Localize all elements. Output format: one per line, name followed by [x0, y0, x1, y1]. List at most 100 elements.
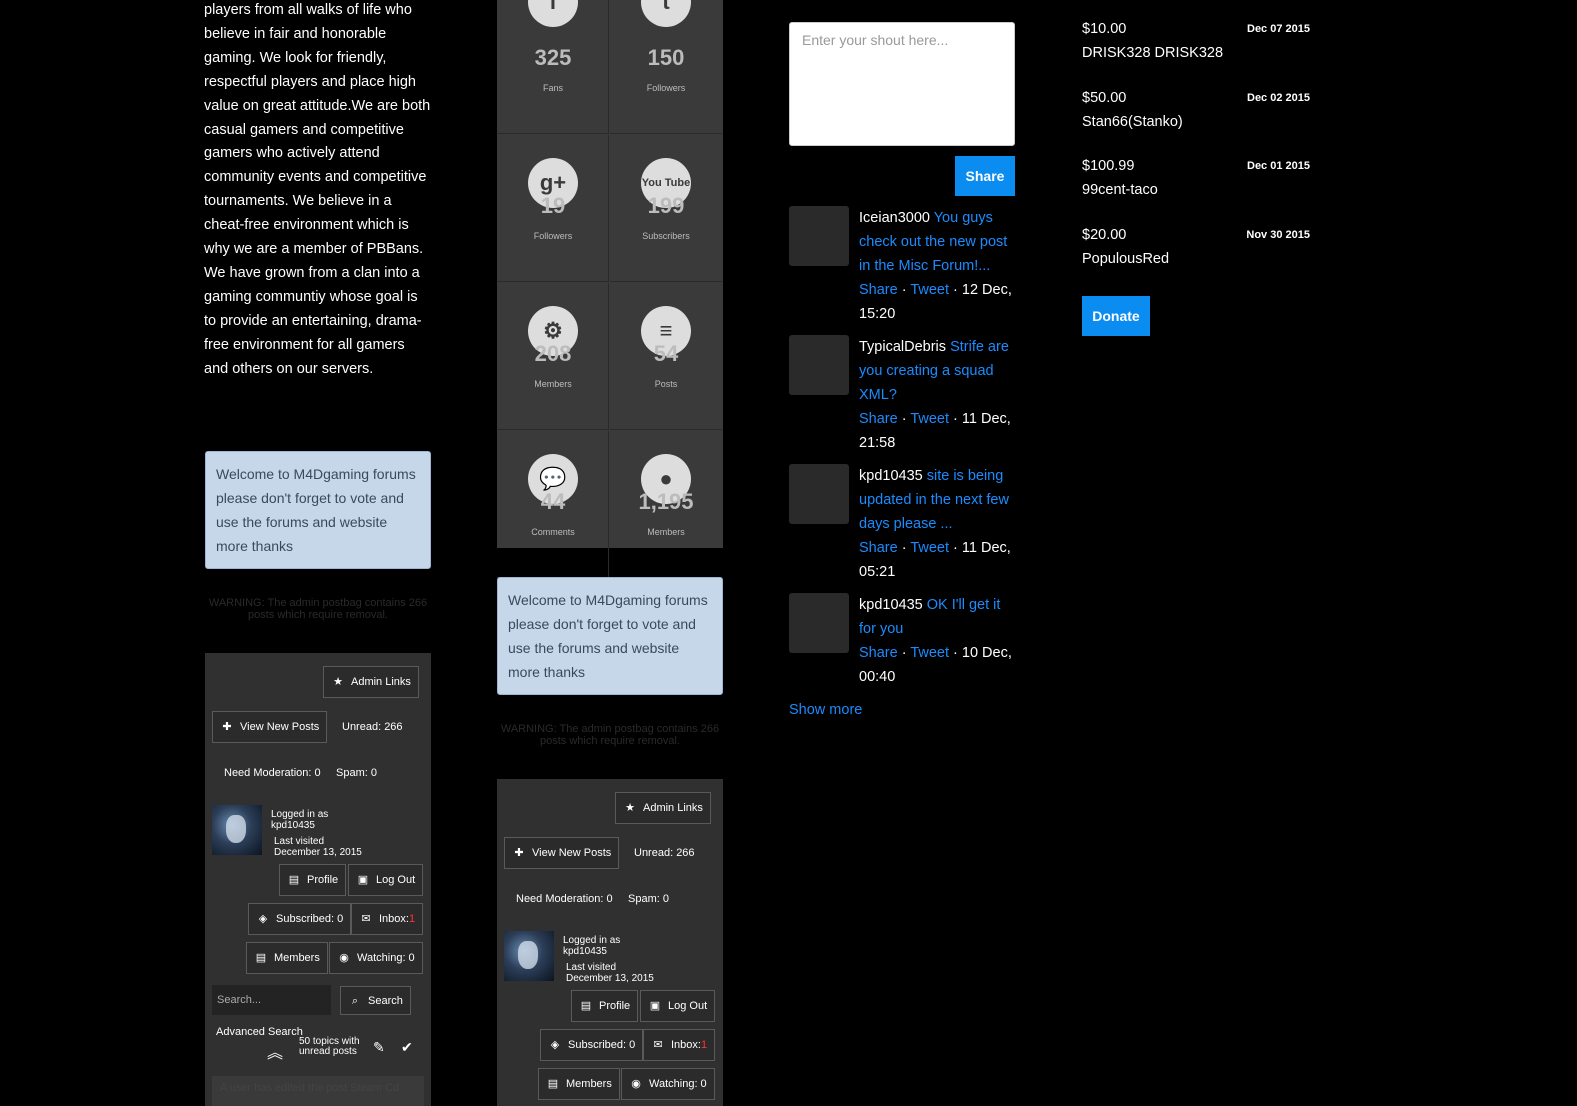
donation-donor[interactable]: 99cent-taco: [1082, 182, 1158, 198]
admin-links-button[interactable]: ★ Admin Links: [615, 792, 711, 824]
username[interactable]: kpd10435: [271, 820, 315, 831]
admin-warning-2: WARNING: The admin postbag contains 266 …: [500, 723, 720, 747]
shout-user[interactable]: TypicalDebris: [859, 339, 950, 355]
facebook-icon: f: [528, 0, 578, 27]
social-stats: f 325 Fans t 150 Followers g+ 19 Followers You Tu…: [497, 0, 723, 578]
stat-value: 325: [534, 45, 572, 70]
need-moderation[interactable]: Need Moderation: 0: [224, 767, 321, 779]
show-more-link[interactable]: Show more: [789, 702, 862, 718]
donation-amount: $10.00: [1082, 21, 1127, 37]
members-icon: ▤: [255, 952, 267, 964]
share-shout-button[interactable]: Share: [955, 156, 1015, 196]
shout-tweet-link[interactable]: Tweet: [910, 540, 949, 556]
shout-tweet-link[interactable]: Tweet: [910, 645, 949, 661]
last-visited: Last visited December 13, 2015: [566, 962, 654, 984]
stat-youtube[interactable]: You Tube 199 Subscribers: [610, 135, 722, 282]
log-out-button[interactable]: ▣ Log Out: [640, 990, 716, 1022]
welcome-notice: Welcome to M4Dgaming forums please don't…: [205, 451, 431, 569]
unread-count[interactable]: Unread: 266: [342, 721, 403, 733]
donate-button[interactable]: Donate: [1082, 296, 1150, 336]
subscribed-button[interactable]: ◈ Subscribed: 0: [540, 1029, 644, 1061]
stat-value: 208: [534, 341, 572, 366]
avatar[interactable]: [212, 805, 262, 855]
shout-avatar[interactable]: [789, 206, 849, 266]
log-out-button[interactable]: ▣ Log Out: [348, 864, 424, 896]
shout-share-link[interactable]: Share: [859, 282, 898, 298]
collapse-icon[interactable]: ︽: [267, 1039, 283, 1063]
admin-panel-2: ★ Admin Links ✚ View New Posts Unread: 266…: [497, 779, 723, 1106]
inbox-button[interactable]: ✉ Inbox: 1: [643, 1029, 716, 1061]
admin-panel: ★ Admin Links ✚ View New Posts Unread: 266…: [205, 653, 431, 1106]
stat-google-plus[interactable]: g+ 19 Followers: [497, 135, 609, 282]
stat-document[interactable]: ≡ 54 Posts: [610, 283, 722, 430]
shout-share-link[interactable]: Share: [859, 645, 898, 661]
members-icon: ▤: [547, 1078, 559, 1090]
stat-steam[interactable]: ⚙ 208 Members: [497, 283, 609, 430]
donation-donor[interactable]: PopulousRed: [1082, 251, 1169, 267]
donation-date: Dec 07 2015: [1247, 23, 1310, 35]
watching-button[interactable]: ◉ Watching: 0: [329, 942, 423, 974]
mark-read-icon[interactable]: ✎: [373, 1039, 385, 1056]
spam-count[interactable]: Spam: 0: [336, 767, 377, 779]
spam-count[interactable]: Spam: 0: [628, 893, 669, 905]
topics-unread[interactable]: 50 topics with unread posts: [299, 1037, 369, 1057]
profile-button[interactable]: ▤ Profile: [571, 990, 639, 1022]
shout-avatar[interactable]: [789, 464, 849, 524]
shout-user[interactable]: kpd10435: [859, 597, 927, 613]
shout-input[interactable]: Enter your shout here...: [789, 22, 1015, 146]
profile-icon: ▤: [288, 874, 300, 886]
stat-comments[interactable]: 💬 44 Comments: [497, 431, 609, 578]
shout-avatar[interactable]: [789, 593, 849, 653]
shout-user[interactable]: kpd10435: [859, 468, 927, 484]
star-icon: ★: [333, 676, 343, 688]
watching-button[interactable]: ◉ Watching: 0: [621, 1068, 715, 1100]
donation-amount: $50.00: [1082, 89, 1127, 106]
members-button[interactable]: ▤ Members: [246, 942, 328, 974]
shout-avatar[interactable]: [789, 335, 849, 395]
donation-date: Dec 02 2015: [1247, 91, 1310, 104]
donation-date: Nov 30 2015: [1246, 229, 1310, 242]
avatar[interactable]: [504, 931, 554, 981]
search-input[interactable]: Search...: [212, 985, 331, 1015]
search-button[interactable]: ⌕ Search: [340, 986, 411, 1015]
view-new-posts-button[interactable]: ✚ View New Posts: [212, 711, 328, 743]
logged-in-label: Logged in as kpd10435: [271, 809, 329, 831]
stat-value: 44: [540, 489, 566, 514]
members-button[interactable]: ▤ Members: [538, 1068, 620, 1100]
lock-icon: ▣: [357, 874, 369, 886]
unread-count[interactable]: Unread: 266: [634, 847, 695, 859]
stat-facebook[interactable]: f 325 Fans: [497, 0, 609, 134]
stat-value: 19: [540, 193, 566, 218]
stat-label: Members: [647, 527, 685, 537]
stat-label: Followers: [533, 231, 573, 241]
profile-button[interactable]: ▤ Profile: [279, 864, 347, 896]
shout-user[interactable]: Iceian3000: [859, 210, 934, 226]
view-new-posts-button[interactable]: ✚ View New Posts: [504, 837, 620, 869]
edited-post-notice: A user has edited the post Steam Cd: [212, 1076, 424, 1106]
search-icon: ⌕: [351, 994, 359, 1007]
twitter-icon: t: [641, 0, 691, 27]
inbox-button[interactable]: ✉ Inbox: 1: [351, 903, 424, 935]
stat-twitter[interactable]: t 150 Followers: [610, 0, 722, 134]
admin-links-button[interactable]: ★ Admin Links: [323, 666, 419, 698]
mark-all-read-icon[interactable]: ✔: [401, 1039, 413, 1056]
donation-donor[interactable]: DRISK328 DRISK328: [1082, 45, 1223, 61]
shout-share-link[interactable]: Share: [859, 540, 898, 556]
shout-share-link[interactable]: Share: [859, 411, 898, 427]
mail-icon: ✉: [361, 913, 371, 925]
stat-user[interactable]: ● 1,195 Members: [610, 431, 722, 578]
donation-donor[interactable]: Stan66(Stanko): [1082, 114, 1183, 130]
shout-tweet-link[interactable]: Tweet: [910, 282, 949, 298]
stat-label: Subscribers: [642, 231, 690, 241]
donation-date: Dec 01 2015: [1247, 160, 1310, 173]
profile-icon: ▤: [580, 1000, 592, 1012]
shout-tweet-link[interactable]: Tweet: [910, 411, 949, 427]
subscribed-button[interactable]: ◈ Subscribed: 0: [248, 903, 352, 935]
need-moderation[interactable]: Need Moderation: 0: [516, 893, 613, 905]
stat-label: Fans: [542, 83, 563, 93]
new-posts-icon: ✚: [222, 721, 232, 733]
advanced-search-link[interactable]: Advanced Search: [216, 1026, 303, 1038]
username[interactable]: kpd10435: [563, 946, 607, 957]
last-visited: Last visited December 13, 2015: [274, 836, 362, 858]
stat-value: 199: [647, 193, 685, 218]
